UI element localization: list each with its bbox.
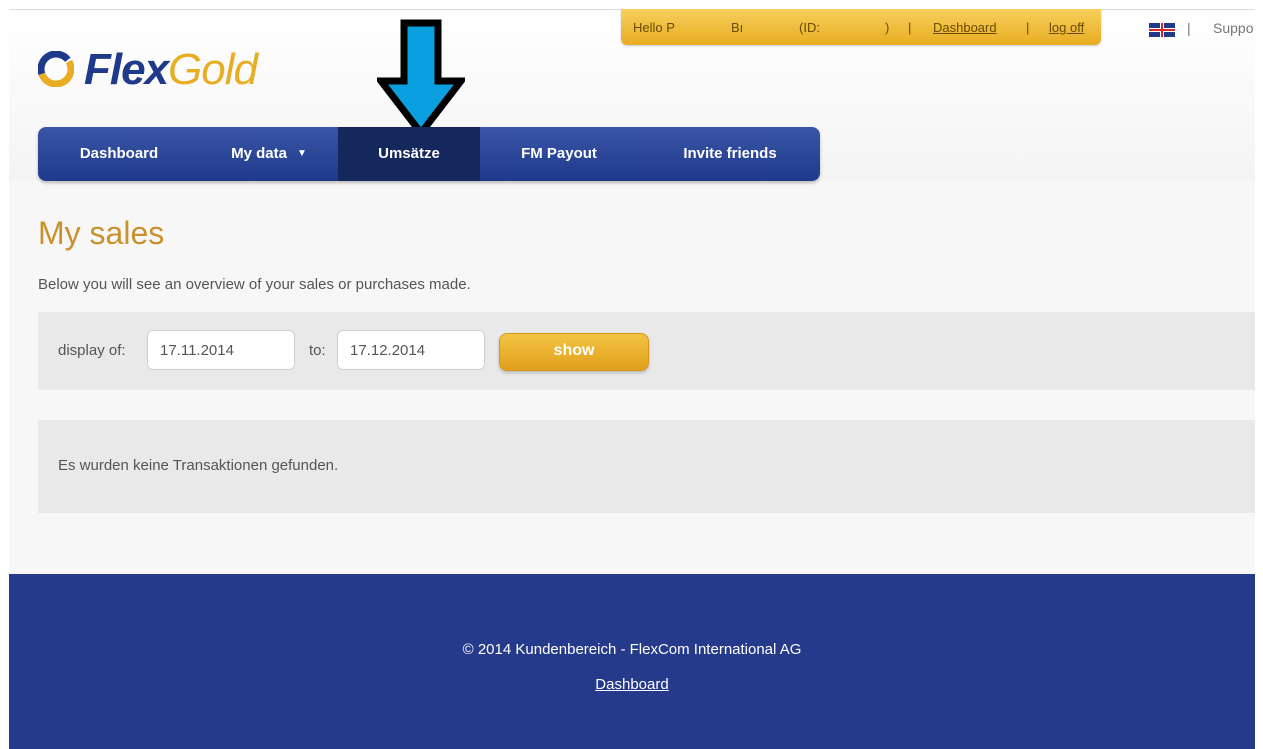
dashboard-link[interactable]: Dashboard — [933, 20, 997, 35]
caret-down-icon: ▼ — [296, 148, 307, 159]
empty-message: Es wurden keine Transaktionen gefunden. — [58, 457, 339, 474]
from-date-input[interactable] — [147, 330, 295, 370]
footer-copyright: © 2014 Kundenbereich - FlexCom Internati… — [462, 641, 802, 658]
nav-my-data[interactable]: My data ▼ — [200, 127, 338, 181]
down-arrow-icon — [377, 19, 465, 137]
page-title: My sales — [38, 215, 165, 251]
nav-dashboard-label: Dashboard — [79, 145, 159, 162]
user-bar: Hello P Bı (ID: ) | Dashboard | log off — [621, 9, 1101, 45]
user-bar-separator: | — [1026, 20, 1030, 35]
show-button[interactable]: show — [499, 333, 649, 371]
logo-gold: Gold — [168, 45, 258, 94]
nav-dashboard[interactable]: Dashboard — [38, 127, 200, 181]
footer: © 2014 Kundenbereich - FlexCom Internati… — [9, 574, 1255, 749]
to-date-input[interactable] — [337, 330, 485, 370]
top-separator: | — [1187, 20, 1191, 36]
logo-text: FlexGold — [84, 45, 258, 95]
logo-mark-icon — [38, 51, 74, 87]
nav-fm-payout-label: FM Payout — [521, 145, 597, 162]
user-name: Bı — [731, 20, 744, 35]
nav-umsaetze-label: Umsätze — [378, 145, 440, 162]
nav-fm-payout[interactable]: FM Payout — [480, 127, 638, 181]
user-bar-separator: | — [908, 20, 912, 35]
logo-flex: Flex — [84, 45, 169, 94]
logoff-link[interactable]: log off — [1049, 20, 1084, 35]
footer-dashboard-row: Dashboard — [9, 676, 1255, 693]
user-id-label: (ID: — [799, 20, 820, 35]
support-link[interactable]: Suppo — [1213, 20, 1253, 36]
flexgold-logo[interactable]: FlexGold — [38, 45, 298, 95]
uk-flag-icon[interactable] — [1149, 23, 1175, 37]
footer-dashboard-link[interactable]: Dashboard — [595, 676, 668, 693]
nav-my-data-label: My data — [231, 145, 287, 162]
from-label: display of: — [58, 342, 126, 359]
nav-umsaetze[interactable]: Umsätze — [338, 127, 480, 181]
nav-invite-friends[interactable]: Invite friends — [638, 127, 822, 181]
nav-invite-friends-label: Invite friends — [683, 145, 777, 162]
to-label: to: — [309, 342, 326, 359]
page-intro: Below you will see an overview of your s… — [38, 276, 471, 293]
page: Hello P Bı (ID: ) | Dashboard | log off … — [9, 9, 1255, 749]
user-greeting: Hello P — [633, 20, 675, 35]
main-nav: Dashboard My data ▼ Umsätze FM Payout Inv… — [38, 127, 820, 181]
user-id-close: ) — [885, 20, 890, 35]
results-panel: Es wurden keine Transaktionen gefunden. — [38, 420, 1255, 513]
date-filter: display of: to: show — [38, 312, 1255, 390]
